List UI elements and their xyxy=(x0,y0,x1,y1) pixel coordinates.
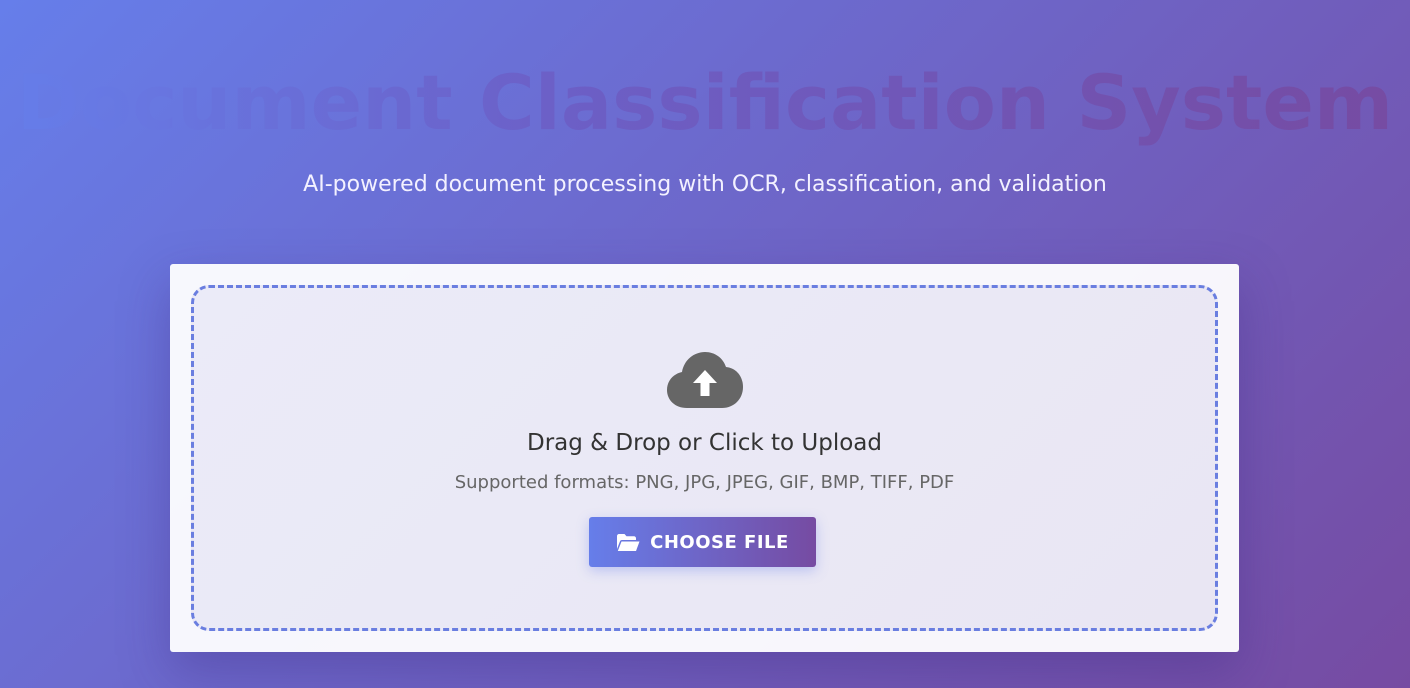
supported-formats: Supported formats: PNG, JPG, JPEG, GIF, … xyxy=(454,472,955,493)
upload-title: Drag & Drop or Click to Upload xyxy=(526,430,882,456)
upload-card: Drag & Drop or Click to Upload Supported… xyxy=(170,264,1239,652)
choose-file-label: CHOOSE FILE xyxy=(650,531,789,553)
drop-zone[interactable]: Drag & Drop or Click to Upload Supported… xyxy=(191,285,1218,631)
page-subtitle: AI-powered document processing with OCR,… xyxy=(303,172,1107,197)
cloud-upload-icon xyxy=(667,352,743,408)
folder-open-icon xyxy=(617,533,640,551)
page-title: Document Classification System xyxy=(0,58,1410,148)
choose-file-button[interactable]: CHOOSE FILE xyxy=(589,517,816,567)
